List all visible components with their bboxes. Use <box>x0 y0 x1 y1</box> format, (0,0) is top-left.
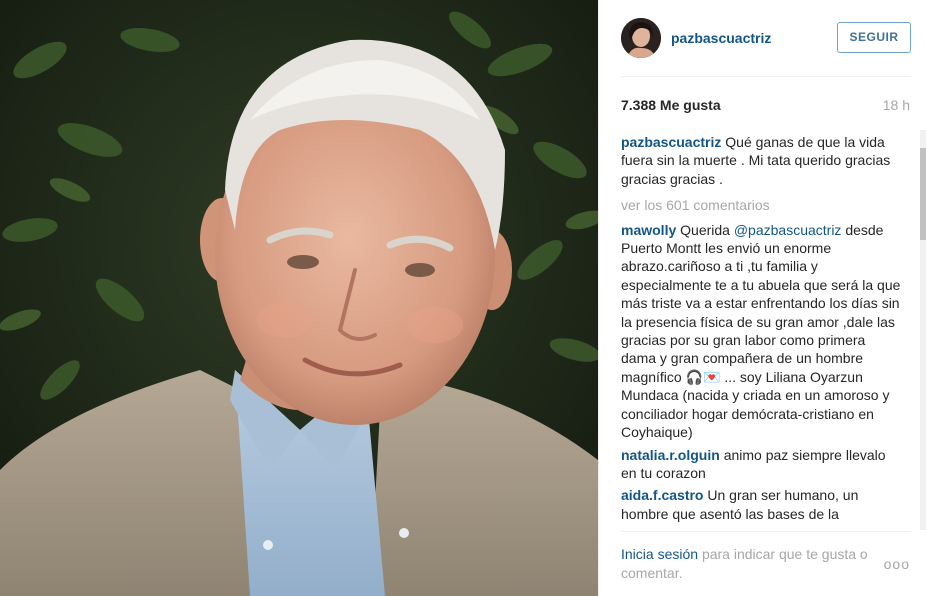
comment-text: desde Puerto Montt les envió un enorme a… <box>621 221 901 441</box>
photo-illustration <box>0 0 598 596</box>
login-prompt: Inicia sesión para indicar que te gusta … <box>621 545 881 583</box>
scrollbar-thumb[interactable] <box>920 148 926 240</box>
comment-username[interactable]: mawolly <box>621 222 676 238</box>
divider <box>621 76 911 77</box>
comment-text-prefix: Querida <box>680 221 730 238</box>
divider <box>621 531 911 532</box>
view-all-comments-link[interactable]: ver los 601 comentarios <box>621 196 901 214</box>
caption: pazbascuactriz Qué ganas de que la vida … <box>621 133 901 188</box>
comment-mention[interactable]: @pazbascuactriz <box>734 222 842 238</box>
post-side-panel: pazbascuactriz SEGUIR 7.388 Me gusta 18 … <box>598 0 926 596</box>
comments-list: pazbascuactriz Qué ganas de que la vida … <box>621 133 901 529</box>
like-count[interactable]: 7.388 Me gusta <box>621 97 721 113</box>
list-item: aida.f.castro Un gran ser humano, un hom… <box>621 486 901 523</box>
post-timestamp[interactable]: 18 h <box>883 97 910 113</box>
more-options-icon[interactable]: ooo <box>884 556 910 572</box>
avatar-image <box>621 18 661 58</box>
avatar[interactable] <box>621 18 661 58</box>
post-header: pazbascuactriz SEGUIR <box>621 16 911 60</box>
post-photo[interactable] <box>0 0 598 596</box>
post-username[interactable]: pazbascuactriz <box>671 30 771 46</box>
follow-button[interactable]: SEGUIR <box>837 22 911 53</box>
comment-username[interactable]: pazbascuactriz <box>621 134 721 150</box>
login-link[interactable]: Inicia sesión <box>621 546 698 562</box>
comment-username[interactable]: natalia.r.olguin <box>621 447 720 463</box>
list-item: mawolly Querida @pazbascuactriz desde Pu… <box>621 221 901 442</box>
list-item: natalia.r.olguin animo paz siempre lleva… <box>621 446 901 483</box>
comment-username[interactable]: aida.f.castro <box>621 487 703 503</box>
